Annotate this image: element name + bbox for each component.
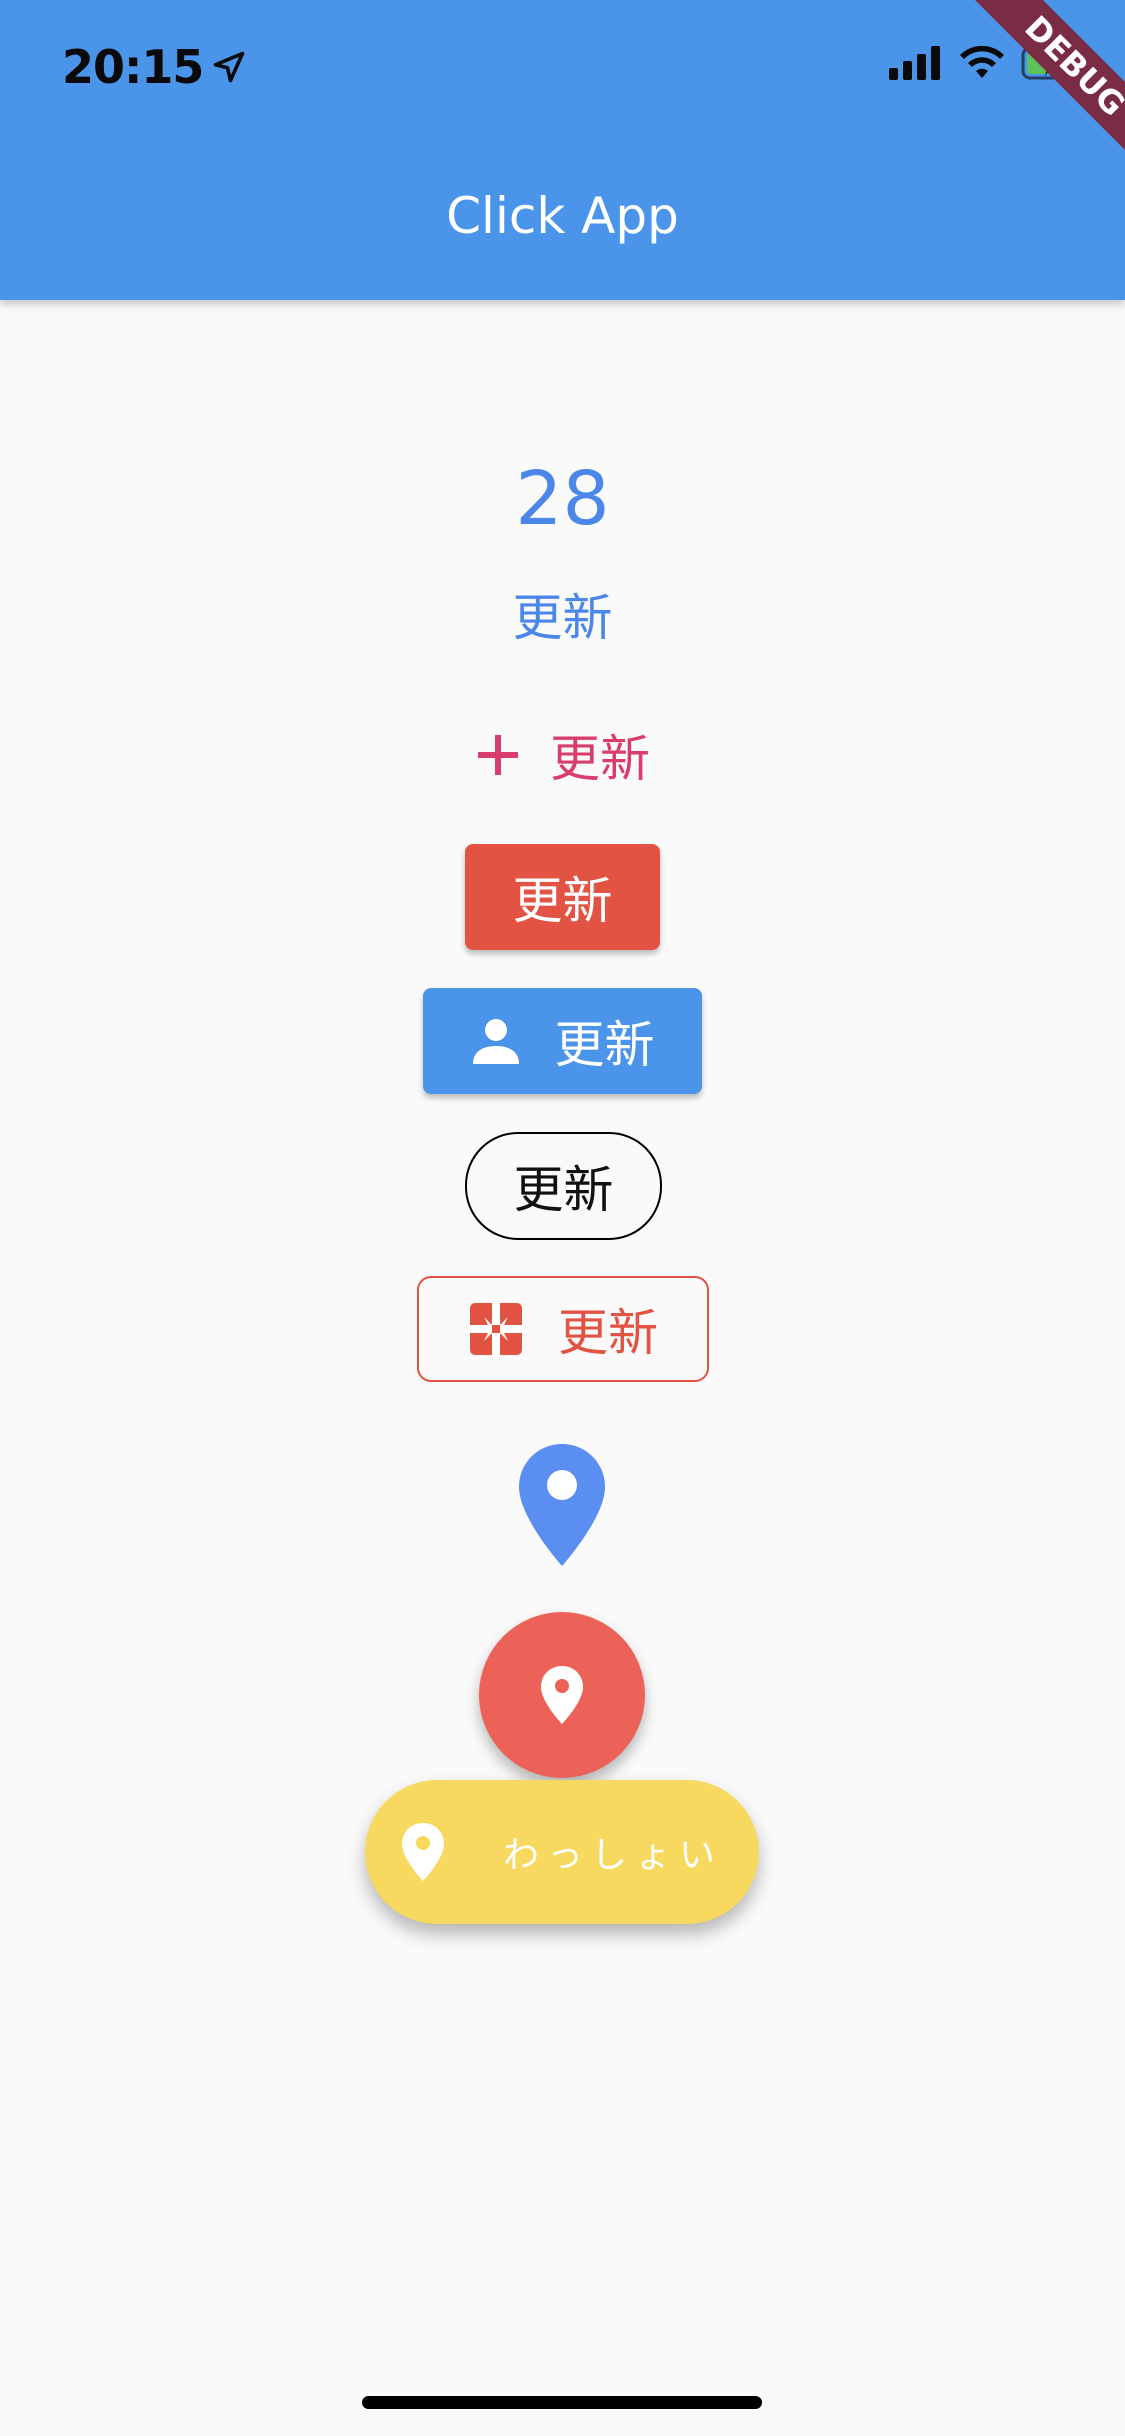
counter-value: 28 [515,456,610,542]
update-icon-text-button[interactable]: 更新 [462,710,664,800]
home-indicator[interactable] [362,2396,762,2409]
wasshoi-fab-label: わっしょい [502,1835,723,1876]
location-pin-icon [401,1823,444,1881]
update-text-button[interactable]: 更新 [0,578,1125,650]
status-time-text: 20:15 [62,40,204,94]
update-icon-text-button-label: 更新 [550,730,650,788]
location-pin-icon [541,1666,583,1724]
person-icon [472,1019,519,1064]
location-arrow-icon [214,51,245,83]
update-outline-red-label: 更新 [558,1304,658,1362]
app-title: Click App [446,187,679,245]
plus-icon [478,735,518,775]
location-fab-button[interactable] [479,1612,645,1778]
wifi-icon [960,46,1004,78]
update-outline-red-button[interactable]: 更新 [417,1276,709,1382]
update-outline-stadium-button[interactable]: 更新 [465,1132,662,1240]
location-pin-icon-button[interactable] [517,1442,607,1568]
update-raised-red-label: 更新 [512,872,613,930]
cellular-signal-icon [889,46,940,80]
location-pin-icon [519,1444,605,1566]
update-raised-blue-button[interactable]: 更新 [423,988,702,1094]
update-raised-blue-label: 更新 [554,1016,655,1074]
update-text-button-label: 更新 [512,589,613,647]
update-raised-red-button[interactable]: 更新 [465,844,660,950]
wasshoi-extended-fab[interactable]: わっしょい [365,1780,759,1924]
status-bar-time: 20:15 [62,40,247,94]
gift-box-icon [470,1303,522,1355]
update-outline-stadium-label: 更新 [513,1161,614,1219]
app-bar: 20:15 Click App [0,0,1125,300]
